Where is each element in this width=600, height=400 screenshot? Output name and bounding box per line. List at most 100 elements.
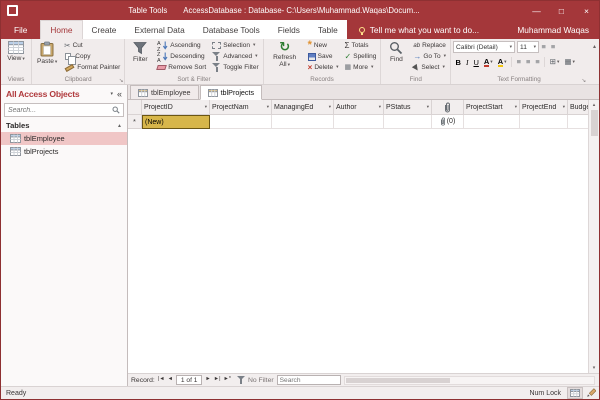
- font-size-select[interactable]: 11▾: [517, 41, 539, 53]
- user-account[interactable]: Muhammad Waqas: [507, 20, 599, 39]
- record-search-input[interactable]: [277, 375, 341, 385]
- view-button[interactable]: View▾: [3, 40, 29, 62]
- nav-pane-menu-arrow-icon[interactable]: ▾: [110, 91, 113, 97]
- gridlines-button[interactable]: ⊞▾: [547, 56, 562, 68]
- no-filter-button[interactable]: No Filter: [237, 376, 274, 385]
- advanced-button[interactable]: Advanced▾: [210, 51, 260, 62]
- minimize-button[interactable]: —: [524, 1, 549, 20]
- cell-managinged[interactable]: [272, 115, 334, 129]
- nav-search-input[interactable]: [8, 107, 110, 114]
- sidebar-item-tblEmployee[interactable]: tblEmployee: [1, 132, 127, 145]
- column-header-attachment[interactable]: [432, 100, 464, 115]
- tab-home[interactable]: Home: [40, 20, 82, 39]
- doc-tab-tblEmployee[interactable]: tblEmployee: [130, 85, 199, 99]
- dropdown-arrow-icon: ▾: [55, 60, 57, 65]
- descending-button[interactable]: ZA Descending: [155, 51, 208, 62]
- alt-row-color-button[interactable]: ▦▾: [562, 56, 578, 68]
- more-button[interactable]: ▦More▾: [343, 62, 379, 73]
- column-header-pstatus[interactable]: PStatus▾: [384, 100, 432, 115]
- tab-table[interactable]: Table: [309, 20, 347, 39]
- cell-pstatus[interactable]: [384, 115, 432, 129]
- tab-fields[interactable]: Fields: [269, 20, 309, 39]
- tab-create[interactable]: Create: [83, 20, 126, 39]
- delete-record-button[interactable]: ×Delete▾: [306, 62, 341, 73]
- align-center-button[interactable]: ≡: [523, 56, 532, 68]
- vertical-scrollbar[interactable]: ▴ ▾: [588, 100, 599, 373]
- dropdown-arrow-icon: ▾: [255, 54, 257, 59]
- totals-button[interactable]: ΣTotals: [343, 40, 379, 51]
- ascending-button[interactable]: AZ Ascending: [155, 40, 208, 51]
- cut-label: Cut: [73, 42, 83, 49]
- column-header-managinged[interactable]: ManagingEd▾: [272, 100, 334, 115]
- design-view-button[interactable]: [583, 387, 599, 399]
- text-formatting-dialog-launcher[interactable]: ↘: [581, 78, 586, 84]
- align-left-button[interactable]: ≡: [514, 56, 523, 68]
- spelling-label: Spelling: [353, 53, 376, 60]
- remove-sort-button[interactable]: Remove Sort: [155, 62, 208, 73]
- cut-button[interactable]: ✂Cut: [62, 40, 122, 51]
- separator: [511, 57, 512, 67]
- last-record-button[interactable]: ►|: [214, 377, 221, 382]
- toggle-filter-button[interactable]: Toggle Filter: [210, 62, 260, 73]
- highlight-color-button[interactable]: A▾: [495, 56, 509, 68]
- save-record-button[interactable]: Save: [306, 51, 341, 62]
- underline-button[interactable]: U: [471, 56, 481, 68]
- select-button[interactable]: Select▾: [411, 62, 448, 73]
- ribbon-group-records: ↻ Refresh All▾ *New Save ×Delete▾ ΣTotal…: [264, 39, 382, 84]
- shutter-bar-close-icon[interactable]: «: [117, 89, 122, 99]
- column-header-projectname[interactable]: ProjectNam▾: [210, 100, 272, 115]
- new-record-button[interactable]: *New: [306, 40, 341, 51]
- align-right-button[interactable]: ≡: [533, 56, 542, 68]
- format-painter-button[interactable]: Format Painter: [62, 62, 122, 73]
- refresh-all-button[interactable]: ↻ Refresh All▾: [266, 40, 304, 69]
- scrollbar-thumb[interactable]: [591, 110, 598, 136]
- scroll-up-icon[interactable]: ▴: [593, 102, 596, 108]
- font-name-select[interactable]: Calibri (Detail)▾: [453, 41, 515, 53]
- close-button[interactable]: ×: [574, 1, 599, 20]
- tab-database-tools[interactable]: Database Tools: [194, 20, 269, 39]
- column-header-projectid[interactable]: ProjectID▾: [142, 100, 210, 115]
- font-color-button[interactable]: A▾: [481, 56, 495, 68]
- tab-file[interactable]: File: [1, 20, 40, 39]
- replace-button[interactable]: abReplace: [411, 40, 448, 51]
- datasheet-view-button[interactable]: [567, 387, 583, 399]
- cell-projectend[interactable]: [520, 115, 568, 129]
- row-selector[interactable]: *: [128, 115, 142, 129]
- cell-projectstart[interactable]: [464, 115, 520, 129]
- tab-external-data[interactable]: External Data: [125, 20, 193, 39]
- go-to-button[interactable]: →Go To▾: [411, 51, 448, 62]
- sidebar-item-tblProjects[interactable]: tblProjects: [1, 145, 127, 158]
- doc-tab-tblProjects[interactable]: tblProjects: [200, 85, 263, 100]
- column-header-projectend[interactable]: ProjectEnd▾: [520, 100, 568, 115]
- clipboard-dialog-launcher[interactable]: ↘: [119, 78, 124, 84]
- column-header-author[interactable]: Author▾: [334, 100, 384, 115]
- maximize-button[interactable]: □: [549, 1, 574, 20]
- first-record-button[interactable]: |◄: [158, 377, 165, 382]
- cell-attachment[interactable]: (0): [432, 115, 464, 129]
- scroll-down-icon[interactable]: ▾: [593, 365, 596, 371]
- new-record-nav-button[interactable]: ►*: [224, 377, 231, 382]
- cell-author[interactable]: [334, 115, 384, 129]
- scrollbar-thumb[interactable]: [346, 378, 451, 383]
- previous-record-button[interactable]: ◄: [168, 377, 173, 382]
- spelling-button[interactable]: ✓Spelling: [343, 51, 379, 62]
- cell-projectname[interactable]: [210, 115, 272, 129]
- paste-button[interactable]: Paste▾: [34, 40, 60, 65]
- access-app-icon[interactable]: [7, 5, 18, 16]
- cell-projectid-new[interactable]: (New): [142, 115, 210, 129]
- select-all-corner[interactable]: [128, 100, 142, 115]
- italic-button[interactable]: I: [463, 56, 471, 68]
- selection-button[interactable]: Selection▾: [210, 40, 260, 51]
- nav-section-tables[interactable]: Tables ▲: [1, 119, 127, 132]
- copy-button[interactable]: Copy: [62, 51, 122, 62]
- tell-me-box[interactable]: Tell me what you want to do...: [347, 20, 508, 39]
- next-record-button[interactable]: ►: [205, 377, 210, 382]
- bullets-button[interactable]: ≡: [539, 41, 548, 53]
- find-button[interactable]: Find: [383, 40, 409, 63]
- column-header-projectstart[interactable]: ProjectStart▾: [464, 100, 520, 115]
- collapse-ribbon-button[interactable]: ▴: [593, 43, 596, 50]
- filter-button[interactable]: Filter: [127, 40, 153, 63]
- bold-button[interactable]: B: [453, 56, 463, 68]
- horizontal-scrollbar[interactable]: [344, 376, 595, 385]
- numbering-button[interactable]: ≡: [548, 41, 557, 53]
